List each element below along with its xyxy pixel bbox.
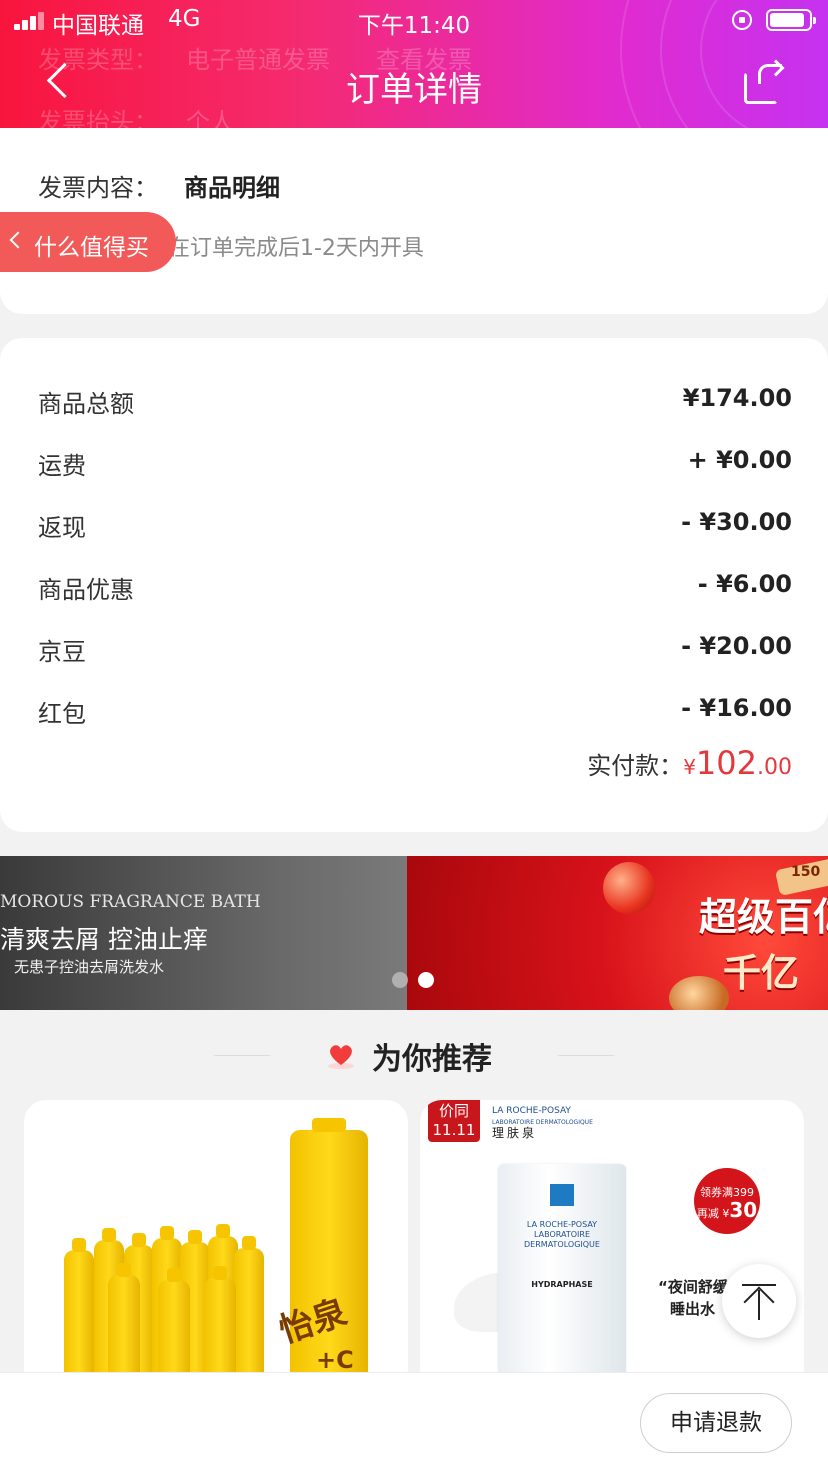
carousel-dot-1[interactable] xyxy=(392,972,408,988)
recommend-title: 为你推荐 xyxy=(372,1042,492,1077)
banner-sale-line1: 超级百亿 xyxy=(699,895,828,939)
price-summary-card: 商品总额 ¥174.00 运费 + ¥0.00 返现 - ¥30.00 商品优惠… xyxy=(0,338,828,832)
paid-decimal: .00 xyxy=(757,755,792,780)
clock: 下午11:40 xyxy=(357,13,471,39)
price-row-label: 商品优惠 xyxy=(38,576,134,604)
order-detail-page: 发票类型： 电子普通发票 查看发票 发票抬头： 个人 中国联通 4G 下午11:… xyxy=(0,0,828,1472)
floating-tab-label: 什么值得买 xyxy=(34,235,149,261)
price-tag-line1: 价同 xyxy=(438,1102,469,1120)
price-row-label: 红包 xyxy=(38,700,86,728)
status-bar: 中国联通 4G 下午11:40 xyxy=(0,0,828,42)
product-image-bottle xyxy=(234,1236,264,1390)
coupon-amount: 30 xyxy=(729,1198,758,1222)
invoice-content-value: 商品明细 xyxy=(184,174,280,202)
product-card-yiquan[interactable]: 怡泉 +C xyxy=(24,1100,408,1390)
tube-product-name: HYDRAPHASE xyxy=(531,1280,593,1289)
price-row-label: 商品总额 xyxy=(38,390,134,418)
invoice-content-row: 发票内容： 商品明细 xyxy=(38,168,280,203)
slogan-line2: 睡出水 xyxy=(670,1300,716,1318)
price-row-label: 京豆 xyxy=(38,638,86,666)
coupon-line2: 再减 ¥30 xyxy=(694,1198,760,1222)
tube-brand-text: LA ROCHE-POSAY LABORATOIRE DERMATOLOGIQU… xyxy=(524,1220,600,1249)
price-row-cashback: 返现 - ¥30.00 xyxy=(38,508,792,548)
price-row-value: - ¥30.00 xyxy=(681,508,792,536)
balloon-decoration xyxy=(603,862,655,914)
smzdm-floating-tab[interactable]: 什么值得买 xyxy=(0,212,176,272)
product-image-tube: LA ROCHE-POSAY LABORATOIRE DERMATOLOGIQU… xyxy=(498,1164,626,1390)
price-row-discount: 商品优惠 - ¥6.00 xyxy=(38,570,792,610)
brand-name-en: LA ROCHE-POSAY xyxy=(492,1106,571,1116)
header: 发票类型： 电子普通发票 查看发票 发票抬头： 个人 中国联通 4G 下午11:… xyxy=(0,0,828,128)
banner-headline: 清爽去屑 控油止痒 xyxy=(0,925,208,954)
product-image-bottle xyxy=(64,1238,94,1390)
banner-badge: 150 xyxy=(791,864,821,880)
coupon-badge: 领券满399 再减 ¥30 xyxy=(694,1168,760,1234)
price-tag-line2: 11.11 xyxy=(432,1121,476,1139)
brand-logo-mark xyxy=(550,1184,574,1206)
brand-name-cn: 理肤泉 xyxy=(492,1126,538,1140)
price-row-value: - ¥6.00 xyxy=(697,570,792,598)
divider xyxy=(558,1055,614,1056)
price-row-redpacket: 红包 - ¥16.00 xyxy=(38,694,792,734)
slogan-line1: “夜间舒缓 xyxy=(658,1278,728,1296)
price-row-jingdou: 京豆 - ¥20.00 xyxy=(38,632,792,672)
share-icon[interactable] xyxy=(740,59,786,106)
product-slogan: “夜间舒缓 睡出水 xyxy=(658,1276,728,1320)
brand-logo: LA ROCHE-POSAY LABORATOIRE DERMATOLOGIQU… xyxy=(492,1106,593,1139)
promo-banner[interactable]: MOROUS FRAGRANCE BATH 清爽去屑 控油止痒 无患子控油去屑洗… xyxy=(0,856,828,1010)
heart-icon xyxy=(328,1045,354,1069)
orientation-lock-icon xyxy=(732,10,752,30)
invoice-content-label: 发票内容： xyxy=(38,174,158,202)
chevron-left-icon xyxy=(9,231,27,249)
price-tag-badge: 价同 11.11 xyxy=(428,1100,480,1142)
product-badge: +C xyxy=(316,1346,354,1374)
price-row-value: - ¥20.00 xyxy=(681,632,792,660)
banner-subline: 无患子控油去屑洗发水 xyxy=(14,958,165,976)
earphone-decoration xyxy=(669,976,729,1010)
paid-label: 实付款： xyxy=(587,752,684,780)
banner-slide-sale[interactable]: 150 超级百亿 千亿 xyxy=(407,856,828,1010)
price-row-label: 运费 xyxy=(38,452,86,480)
paid-currency: ¥ xyxy=(683,755,696,779)
banner-slide-shampoo[interactable]: MOROUS FRAGRANCE BATH 清爽去屑 控油止痒 无患子控油去屑洗… xyxy=(0,856,407,1010)
price-row-total: 商品总额 ¥174.00 xyxy=(38,384,792,424)
product-card-larocheposay[interactable]: 价同 11.11 LA ROCHE-POSAY LABORATOIRE DERM… xyxy=(420,1100,804,1390)
recommend-section-title: 为你推荐 xyxy=(0,1030,828,1080)
price-row-label: 返现 xyxy=(38,514,86,542)
page-title: 订单详情 xyxy=(346,70,482,110)
battery-icon xyxy=(766,9,816,31)
invoice-note: 将在订单完成后1-2天内开具 xyxy=(146,236,424,261)
banner-sale-line2: 千亿 xyxy=(723,951,800,995)
invoice-card: 发票内容： 商品明细 将在订单完成后1-2天内开具 xyxy=(0,100,828,314)
apply-refund-button[interactable]: 申请退款 xyxy=(640,1393,792,1453)
bottom-action-bar: 申请退款 xyxy=(0,1372,828,1472)
price-row-shipping: 运费 + ¥0.00 xyxy=(38,446,792,486)
paid-integer: 102 xyxy=(695,744,757,782)
scroll-to-top-button[interactable] xyxy=(722,1264,796,1338)
price-row-value: - ¥16.00 xyxy=(681,694,792,722)
coupon-prefix: 再减 ¥ xyxy=(696,1207,730,1220)
price-row-value: ¥174.00 xyxy=(682,384,792,412)
divider xyxy=(214,1055,270,1056)
price-row-value: + ¥0.00 xyxy=(687,446,792,474)
paid-amount: 实付款：¥102.00 xyxy=(587,744,792,782)
banner-english-line: MOROUS FRAGRANCE BATH xyxy=(0,892,261,912)
carousel-dot-2[interactable] xyxy=(418,972,434,988)
